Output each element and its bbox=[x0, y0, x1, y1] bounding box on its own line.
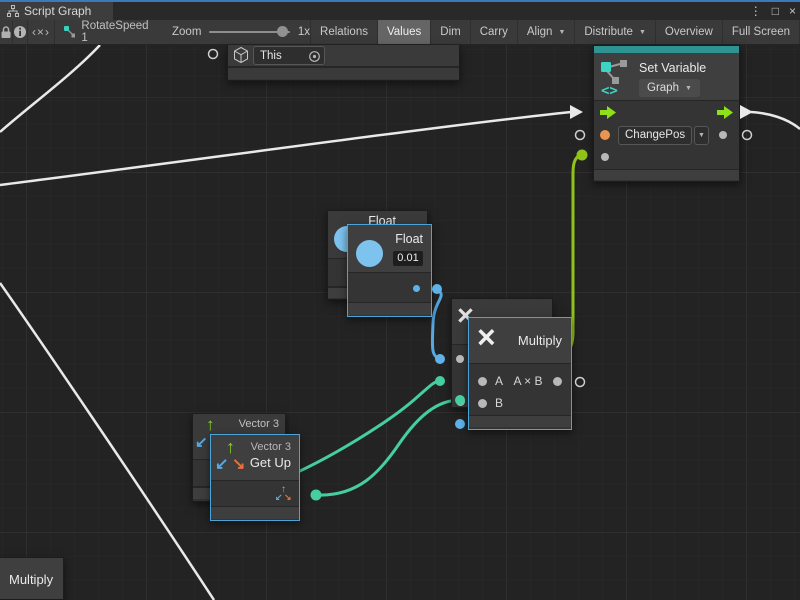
graph-canvas[interactable]: Float × Vector 3 ↑ ↙ bbox=[0, 45, 800, 600]
teal-wire-start-dot[interactable] bbox=[311, 490, 322, 501]
values-button[interactable]: Values bbox=[378, 20, 431, 44]
chevron-down-icon: ▼ bbox=[558, 29, 565, 36]
lime-wire-end-dot[interactable] bbox=[577, 150, 588, 161]
graph-hierarchy-icon bbox=[7, 5, 19, 17]
lock-icon bbox=[0, 25, 12, 39]
blue-wire-start-dot[interactable] bbox=[432, 284, 442, 294]
window-menu-icon[interactable]: ⋮ bbox=[750, 2, 762, 20]
value-hint-circle bbox=[743, 131, 752, 140]
code-preview-button[interactable]: ‹×› bbox=[28, 20, 55, 44]
unity-script-graph-window: Script Graph ⋮ □ × ‹×› bbox=[0, 0, 800, 600]
chevron-down-icon: ▼ bbox=[639, 29, 646, 36]
overview-button[interactable]: Overview bbox=[656, 20, 723, 44]
maximize-icon[interactable]: □ bbox=[772, 2, 779, 20]
info-button[interactable] bbox=[13, 20, 28, 44]
value-hint-circle bbox=[209, 50, 218, 59]
align-button[interactable]: Align▼ bbox=[518, 20, 576, 44]
zoom-slider-handle[interactable] bbox=[277, 26, 288, 37]
zoom-label: Zoom bbox=[172, 26, 201, 38]
lock-button[interactable] bbox=[0, 20, 13, 44]
code-preview-glyph: ‹×› bbox=[32, 25, 50, 39]
value-hint-circle bbox=[576, 131, 585, 140]
blue-wire-end-dot[interactable] bbox=[435, 354, 445, 364]
zoom-control: Zoom 1x bbox=[150, 20, 310, 44]
fullscreen-button[interactable]: Full Screen bbox=[723, 20, 800, 44]
tab-script-graph[interactable]: Script Graph bbox=[0, 2, 113, 20]
tab-bar: Script Graph ⋮ □ × bbox=[0, 2, 800, 20]
teal-wire-end-dot[interactable] bbox=[435, 376, 445, 386]
zoom-slider[interactable] bbox=[209, 31, 289, 33]
close-icon[interactable]: × bbox=[789, 2, 796, 20]
carry-button[interactable]: Carry bbox=[471, 20, 518, 44]
tab-label: Script Graph bbox=[24, 4, 91, 18]
zoom-value: 1x bbox=[298, 26, 310, 38]
toolbar-buttons: Relations Values Dim Carry Align▼ Distri… bbox=[310, 20, 800, 44]
port-dot[interactable] bbox=[456, 355, 464, 363]
dim-button[interactable]: Dim bbox=[431, 20, 470, 44]
breadcrumb-label: RotateSpeed 1 bbox=[81, 20, 150, 44]
distribute-button[interactable]: Distribute▼ bbox=[575, 20, 656, 44]
value-hint-circle bbox=[576, 378, 585, 387]
port-overlay bbox=[0, 45, 800, 600]
wire-arrowhead-icon bbox=[740, 105, 753, 119]
teal-wire-end-dot[interactable] bbox=[455, 395, 465, 405]
info-icon bbox=[13, 25, 27, 39]
relations-button[interactable]: Relations bbox=[311, 20, 378, 44]
breadcrumb[interactable]: RotateSpeed 1 bbox=[55, 20, 150, 44]
wire-arrowhead-icon bbox=[570, 105, 583, 119]
graph-toolbar: ‹×› RotateSpeed 1 Zoom 1x Relations Valu… bbox=[0, 20, 800, 45]
graph-node-icon bbox=[63, 25, 76, 39]
